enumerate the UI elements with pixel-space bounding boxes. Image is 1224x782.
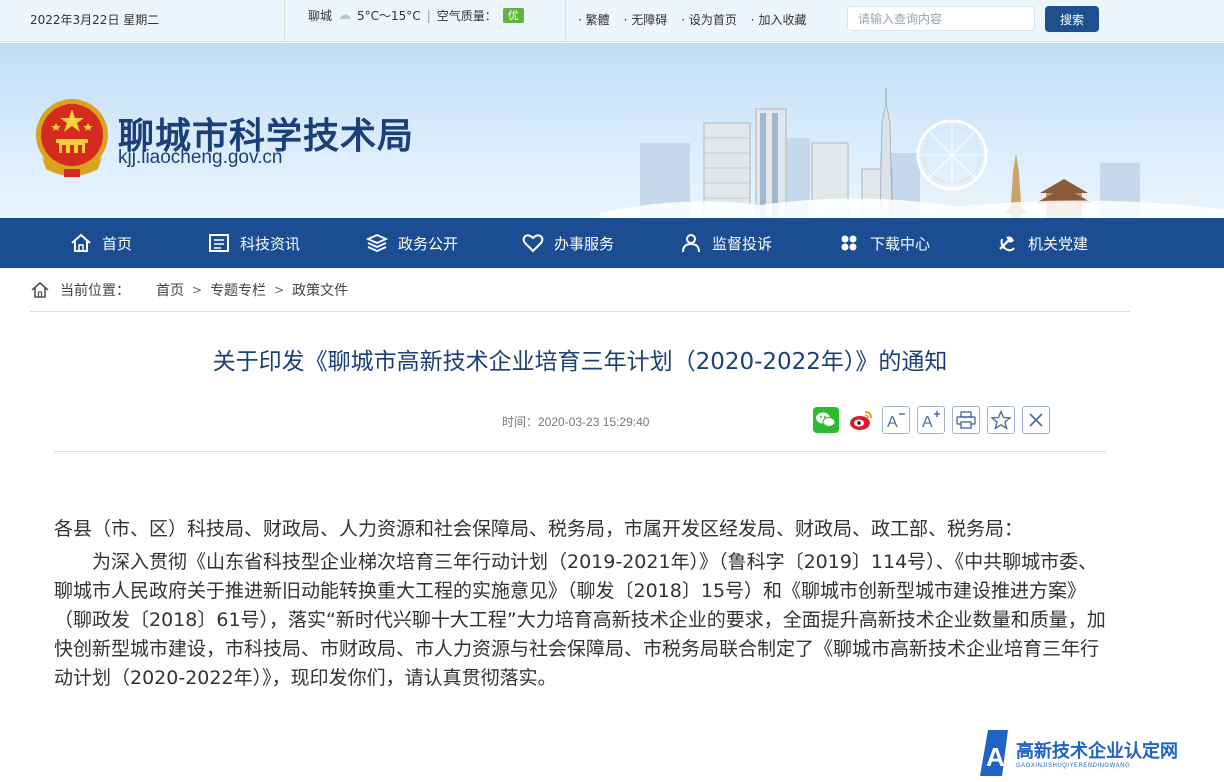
home-icon bbox=[68, 232, 94, 254]
site-domain: kjj.liaocheng.gov.cn bbox=[118, 147, 283, 168]
share-wechat-button[interactable] bbox=[812, 406, 840, 434]
article-title: 关于印发《聊城市高新技术企业培育三年计划（2020-2022年）》的通知 bbox=[212, 349, 948, 375]
city-skyline-illustration bbox=[600, 88, 1224, 218]
news-icon bbox=[206, 232, 232, 254]
wechat-icon bbox=[813, 407, 839, 433]
weibo-icon bbox=[850, 411, 872, 430]
watermark-logo: A bbox=[980, 730, 1008, 776]
svg-text:A: A bbox=[922, 414, 933, 430]
current-date: 2022年3月22日 星期二 bbox=[30, 13, 160, 27]
add-favorite-link[interactable]: · 加入收藏 bbox=[751, 11, 807, 28]
weather-city: 聊城 bbox=[308, 9, 333, 23]
article-salutation: 各县（市、区）科技局、财政局、人力资源和社会保障局、税务局，市属开发区经发局、财… bbox=[54, 518, 1024, 540]
breadcrumb-label: 当前位置： bbox=[60, 283, 130, 299]
breadcrumb-home-link[interactable]: 首页 bbox=[156, 280, 184, 300]
divider bbox=[30, 311, 1130, 312]
search-button[interactable]: 搜索 bbox=[1045, 6, 1099, 32]
nav-item-home[interactable]: 首页 bbox=[68, 218, 206, 268]
divider: | bbox=[426, 8, 431, 23]
article-toolbar: A A bbox=[812, 406, 1050, 434]
traditional-chinese-link[interactable]: · 繁體 bbox=[578, 11, 610, 28]
cloud-icon: ☁ bbox=[338, 8, 352, 23]
nav-item-label: 下载中心 bbox=[870, 234, 931, 253]
weather-temperature: 5°C～15°C bbox=[357, 9, 421, 23]
user-icon bbox=[678, 232, 704, 254]
nav-item-downloads[interactable]: 下载中心 bbox=[836, 218, 994, 268]
top-links: · 繁體 · 无障碍 · 设为首页 · 加入收藏 bbox=[578, 11, 807, 28]
font-decrease-button[interactable]: A bbox=[882, 406, 910, 434]
svg-text:A: A bbox=[986, 742, 1005, 772]
nav-item-label: 政务公开 bbox=[398, 234, 459, 253]
divider bbox=[284, 0, 285, 42]
favorite-button[interactable] bbox=[987, 406, 1015, 434]
nav-item-services[interactable]: 办事服务 bbox=[520, 218, 678, 268]
article-paragraph: 为深入贯彻《山东省科技型企业梯次培育三年行动计划（2019-2021年）》（鲁科… bbox=[54, 551, 1106, 689]
breadcrumb-separator: > bbox=[192, 283, 203, 297]
watermark-subtitle: GAOXINJISHUQIYERENDINGWANG bbox=[1016, 763, 1131, 769]
top-bar: 2022年3月22日 星期二 聊城 ☁ 5°C～15°C | 空气质量： 优 ·… bbox=[0, 0, 1224, 42]
close-button[interactable] bbox=[1022, 406, 1050, 434]
font-decrease-icon: A bbox=[887, 413, 905, 430]
article-time: 时间：2020-03-23 15:29:40 bbox=[502, 415, 650, 429]
watermark: A 高新技术企业认定网 GAOXINJISHUQIYERENDINGWANG bbox=[978, 728, 1178, 778]
main-nav: 首页 科技资讯 政务公开 办事服务 监督投诉 下载中心 机关党建 bbox=[0, 218, 1224, 268]
print-button[interactable] bbox=[952, 406, 980, 434]
watermark-title: 高新技术企业认定网 bbox=[1016, 741, 1178, 762]
air-quality-badge: 优 bbox=[502, 8, 524, 23]
layers-icon bbox=[364, 232, 390, 254]
favorite-icon bbox=[991, 410, 1011, 430]
nav-item-label: 办事服务 bbox=[554, 234, 615, 253]
divider bbox=[54, 451, 1106, 452]
header-banner: 聊城市科学技术局 kjj.liaocheng.gov.cn bbox=[0, 43, 1224, 218]
national-emblem-icon bbox=[36, 99, 108, 177]
nav-item-government-affairs[interactable]: 政务公开 bbox=[364, 218, 520, 268]
svg-text:A: A bbox=[887, 414, 898, 430]
home-icon bbox=[31, 281, 49, 298]
search-input[interactable] bbox=[847, 6, 1035, 31]
air-quality-label: 空气质量： bbox=[436, 9, 497, 23]
nav-item-party-building[interactable]: 机关党建 bbox=[994, 218, 1134, 268]
breadcrumb-separator: > bbox=[274, 283, 285, 297]
breadcrumb-special-topics-link[interactable]: 专题专栏 bbox=[210, 280, 266, 300]
set-homepage-link[interactable]: · 设为首页 bbox=[681, 11, 737, 28]
nav-item-label: 首页 bbox=[102, 234, 133, 253]
font-increase-button[interactable]: A bbox=[917, 406, 945, 434]
breadcrumb: 当前位置： 首页 > 专题专栏 > 政策文件 bbox=[30, 280, 348, 300]
breadcrumb-policy-files-link[interactable]: 政策文件 bbox=[292, 280, 348, 300]
nav-item-label: 监督投诉 bbox=[712, 234, 773, 253]
print-icon bbox=[956, 411, 976, 429]
nav-item-label: 科技资讯 bbox=[240, 234, 301, 253]
clover-icon bbox=[836, 232, 862, 254]
heart-icon bbox=[520, 232, 546, 254]
nav-item-label: 机关党建 bbox=[1028, 234, 1089, 253]
weather-widget: 聊城 ☁ 5°C～15°C | 空气质量： 优 bbox=[308, 7, 524, 24]
close-icon bbox=[1029, 413, 1043, 427]
nav-item-news[interactable]: 科技资讯 bbox=[206, 218, 364, 268]
party-icon bbox=[994, 232, 1020, 254]
nav-item-supervision[interactable]: 监督投诉 bbox=[678, 218, 836, 268]
article-body: 各县（市、区）科技局、财政局、人力资源和社会保障局、税务局，市属开发区经发局、财… bbox=[54, 515, 1106, 693]
divider bbox=[565, 0, 566, 42]
share-weibo-button[interactable] bbox=[847, 406, 875, 434]
accessibility-link[interactable]: · 无障碍 bbox=[624, 11, 668, 28]
font-increase-icon: A bbox=[922, 411, 940, 430]
